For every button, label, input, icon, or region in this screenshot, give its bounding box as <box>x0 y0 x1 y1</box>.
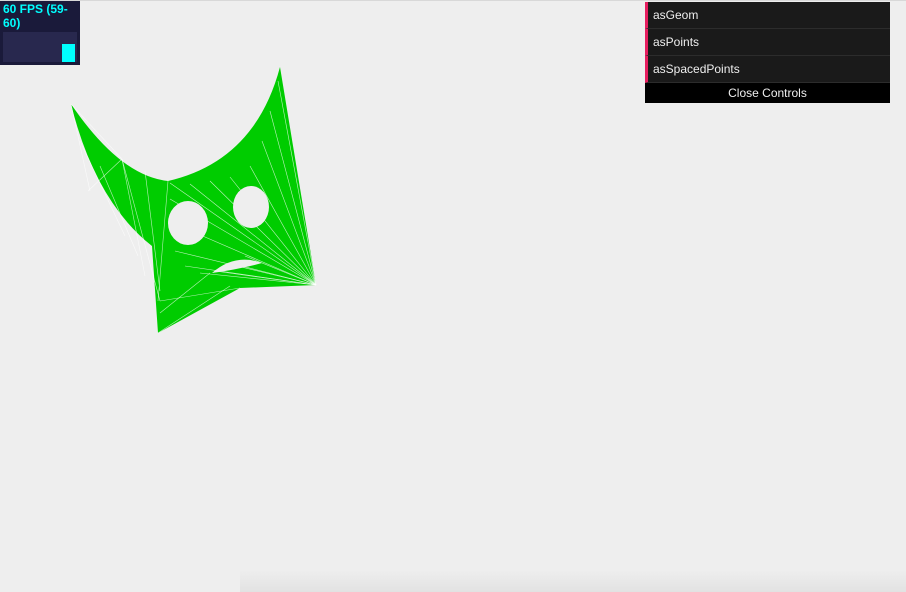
left-eye-hole <box>168 201 208 245</box>
control-asgeom[interactable]: asGeom <box>645 2 890 29</box>
close-controls-button[interactable]: Close Controls <box>645 83 890 103</box>
bottom-shadow <box>240 570 906 592</box>
canvas-viewport: 60 FPS (59-60) asGeom asPoints asSpacedP… <box>0 0 906 592</box>
fps-graph <box>3 32 77 62</box>
fps-stats-panel[interactable]: 60 FPS (59-60) <box>0 1 80 65</box>
fps-readout: 60 FPS (59-60) <box>3 2 68 30</box>
right-eye-hole <box>233 186 269 228</box>
control-asspacedpoints[interactable]: asSpacedPoints <box>645 56 890 83</box>
controls-panel: asGeom asPoints asSpacedPoints Close Con… <box>645 2 890 103</box>
fps-graph-bar <box>62 44 75 62</box>
shape-mesh <box>70 67 317 334</box>
control-aspoints[interactable]: asPoints <box>645 29 890 56</box>
